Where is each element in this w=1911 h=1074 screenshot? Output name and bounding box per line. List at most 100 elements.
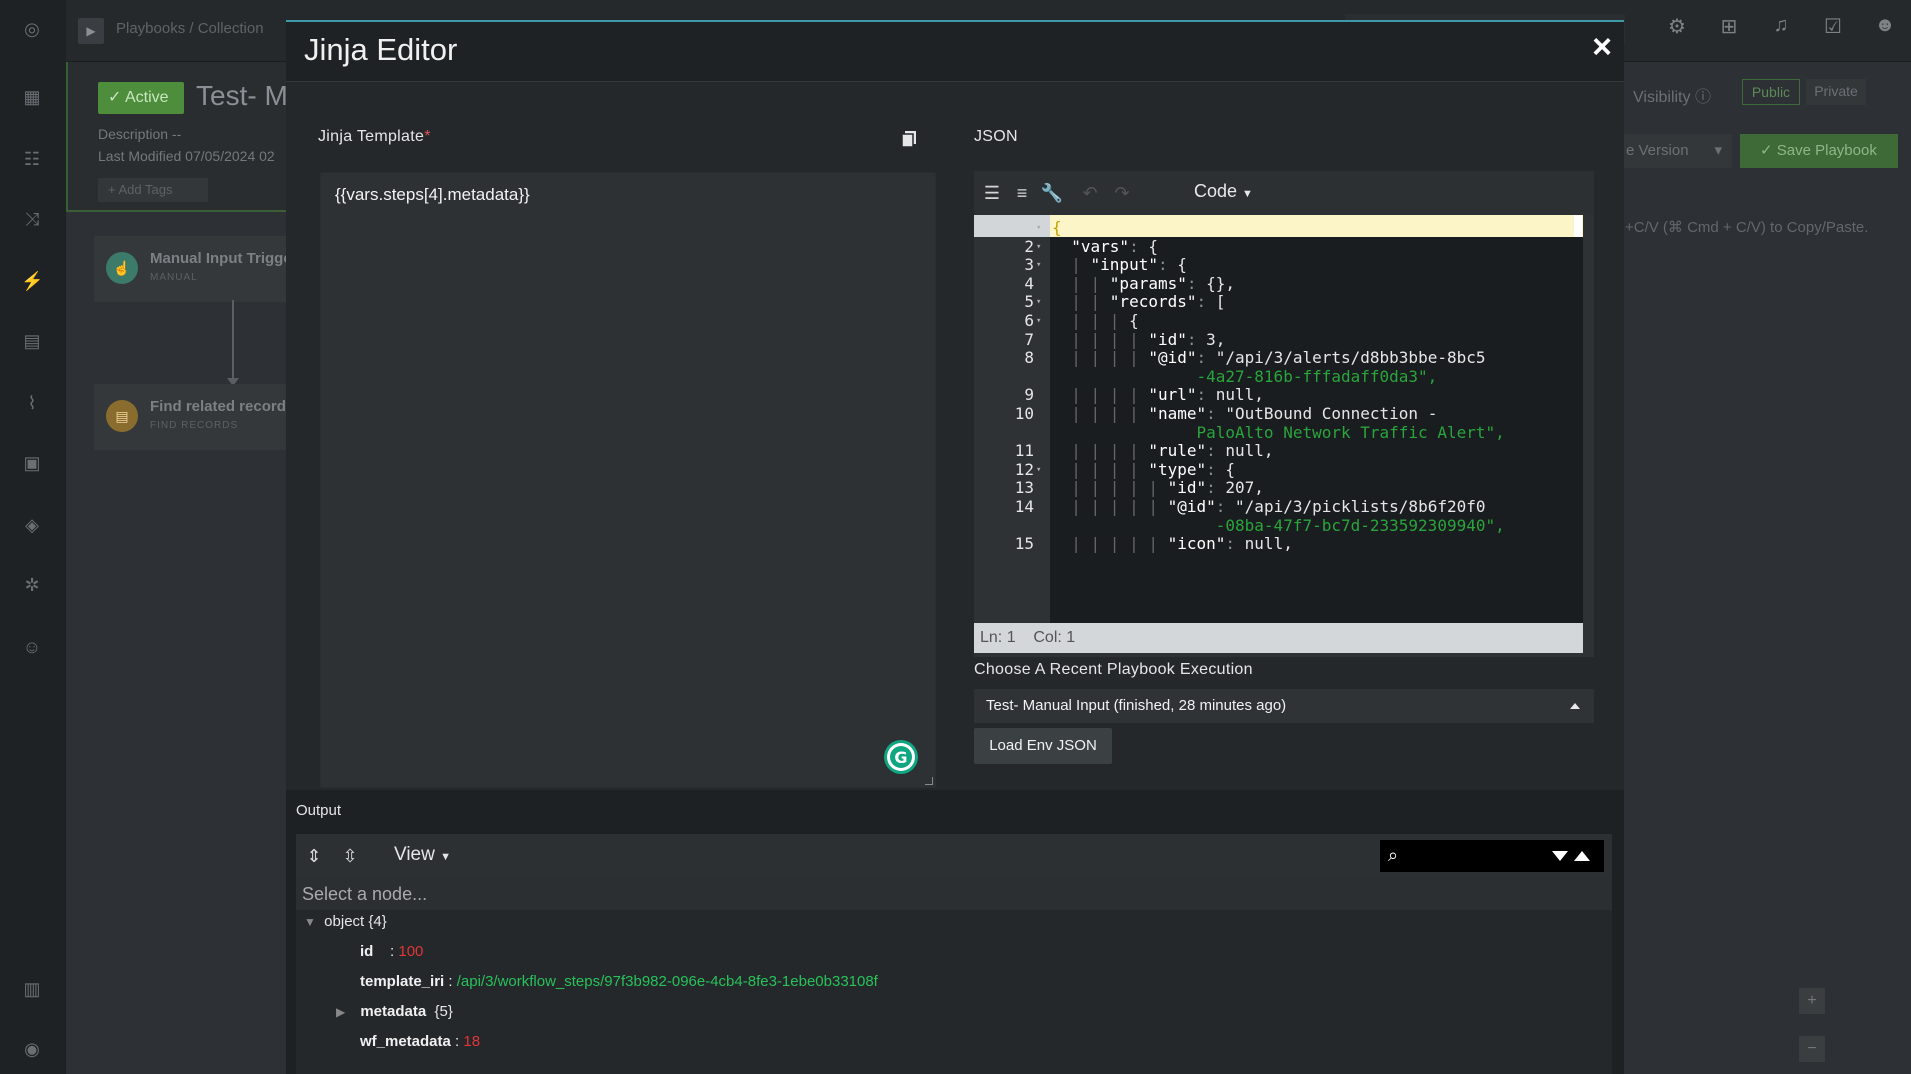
modal-body: Jinja Template* {{vars.steps[4].metadata… xyxy=(286,82,1624,790)
jinja-editor-modal: Jinja Editor × Jinja Template* {{vars.st… xyxy=(286,20,1624,1074)
tree-value: 100 xyxy=(398,943,424,960)
settings-icon[interactable]: ✲ xyxy=(21,574,43,596)
scrollbar[interactable] xyxy=(1574,215,1582,237)
hierarchy-icon[interactable]: ⊞ xyxy=(1703,14,1755,39)
close-icon[interactable]: × xyxy=(1592,28,1612,67)
breadcrumb[interactable]: Playbooks / Collection xyxy=(116,20,264,37)
tree-key: template_iri xyxy=(360,973,445,990)
json-toolbar: ☰ ≡ 🔧 ↶ ↷ Code ▼ xyxy=(974,171,1594,215)
grammarly-icon[interactable]: G xyxy=(883,739,919,775)
expand-icon[interactable]: ▶ xyxy=(336,1000,352,1024)
copy-icon[interactable] xyxy=(900,130,918,148)
caret-icon: ▼ xyxy=(1242,188,1253,200)
collapse-icon[interactable]: ▼ xyxy=(304,910,320,934)
tree-row-template-iri[interactable]: template_iri : /api/3/workflow_steps/97f… xyxy=(360,970,878,994)
caret-icon: ▼ xyxy=(440,851,452,863)
shield-icon[interactable]: ◈ xyxy=(21,514,43,536)
column-number: Col: 1 xyxy=(1033,629,1076,646)
format-icon[interactable]: ☰ xyxy=(980,181,1004,205)
shuffle-icon[interactable]: ⤨ xyxy=(21,208,43,230)
visibility-label: Visibility ⓘ xyxy=(1633,89,1711,106)
choose-execution-label: Choose A Recent Playbook Execution xyxy=(974,661,1253,678)
expand-all-icon[interactable]: ⇕ xyxy=(302,844,326,868)
check-icon: ✓ xyxy=(1760,142,1773,159)
hand-icon: ☝ xyxy=(106,252,138,284)
info-icon: ⓘ xyxy=(1694,89,1711,106)
redo-icon[interactable]: ↷ xyxy=(1110,181,1134,205)
node-connector xyxy=(227,300,239,386)
zoom-in-button[interactable]: + xyxy=(1799,988,1825,1014)
tree-count: {5} xyxy=(434,1003,453,1020)
json-label: JSON xyxy=(974,128,1018,145)
public-toggle[interactable]: Public xyxy=(1742,79,1800,105)
modal-header: Jinja Editor × xyxy=(286,22,1624,82)
workflow-node-trigger[interactable]: ☝ Manual Input Trigge MANUAL xyxy=(94,236,294,302)
gear-icon[interactable]: ⚙ xyxy=(1651,14,1703,39)
view-dropdown[interactable]: View ▼ xyxy=(394,844,451,866)
search-icon: ⌕ xyxy=(1388,845,1399,865)
play-icon[interactable]: ▶ xyxy=(78,18,104,44)
save-playbook-button[interactable]: ✓ Save Playbook xyxy=(1740,134,1898,168)
load-env-json-button[interactable]: Load Env JSON xyxy=(974,728,1112,764)
user-icon[interactable]: ☻ xyxy=(1859,14,1911,39)
prev-match-icon[interactable] xyxy=(1574,851,1590,861)
execution-selected-value: Test- Manual Input (finished, 28 minutes… xyxy=(986,697,1287,714)
node-subtitle: MANUAL xyxy=(150,272,198,283)
line-number: Ln: 1 xyxy=(980,629,1016,646)
code-line[interactable]: 15 | | | | | "icon": null, xyxy=(974,533,1583,555)
tree-row-metadata[interactable]: ▶ metadata {5} xyxy=(336,1000,453,1024)
tree-row-id[interactable]: id : 100 xyxy=(360,940,423,964)
next-match-icon[interactable] xyxy=(1552,851,1568,861)
team-icon[interactable]: ☺ xyxy=(21,636,43,658)
mode-dropdown[interactable]: Code ▼ xyxy=(1194,181,1253,202)
top-icons: ⚙ ⊞ ♫ ☑ ☻ xyxy=(1651,14,1911,39)
collapse-all-icon[interactable]: ⇳ xyxy=(338,844,362,868)
bolt-icon[interactable]: ⚡ xyxy=(21,270,43,292)
logo-icon[interactable]: ◎ xyxy=(21,18,43,40)
version-dropdown[interactable]: e Version ▾ xyxy=(1620,134,1732,168)
status-badge[interactable]: ✓ Active xyxy=(98,82,184,114)
node-title: Manual Input Trigge xyxy=(150,250,292,267)
template-text[interactable]: {{vars.steps[4].metadata}} xyxy=(335,185,530,205)
add-tags-button[interactable]: + Add Tags xyxy=(98,178,208,202)
tree-row-root[interactable]: ▼ object {4} xyxy=(304,910,387,934)
private-toggle[interactable]: Private xyxy=(1806,79,1866,105)
wrench-icon[interactable]: 🔧 xyxy=(1040,181,1064,205)
tree-value: /api/3/workflow_steps/97f3b982-096e-4cb4… xyxy=(456,973,878,990)
json-code-area[interactable]: ▾{2 ▾ "vars": {3 ▾ | "input": {4 | | "para… xyxy=(974,215,1583,623)
node-path[interactable]: Select a node... xyxy=(296,878,1612,910)
records-icon: ▤ xyxy=(106,400,138,432)
jinja-template-editor[interactable]: {{vars.steps[4].metadata}} G xyxy=(320,172,936,788)
left-nav: ◎ ▦ ☷ ⤨ ⚡ ▤ ⌇ ▣ ◈ ✲ ☺ ▥ ◉ xyxy=(0,0,66,1074)
copy-paste-hint: +C/V (⌘ Cmd + C/V) to Copy/Paste. xyxy=(1625,219,1869,236)
output-tree: ▼ object {4} id : 100 template_iri : /ap… xyxy=(296,910,1612,1074)
svg-text:G: G xyxy=(894,748,907,767)
help-icon[interactable]: ◉ xyxy=(21,1038,43,1060)
execution-select[interactable]: Test- Manual Input (finished, 28 minutes… xyxy=(974,689,1594,723)
output-search[interactable]: ⌕ xyxy=(1380,840,1604,872)
dashboard-icon[interactable]: ▦ xyxy=(21,86,43,108)
caret-up-icon xyxy=(1570,703,1580,709)
bell-icon[interactable]: ♫ xyxy=(1755,14,1807,39)
output-section: Output ⇕ ⇳ View ▼ ⌕ Select a node... ▼ o… xyxy=(286,790,1624,1074)
tree-key: id xyxy=(360,943,374,960)
resize-handle[interactable] xyxy=(925,777,933,785)
task-icon[interactable]: ☑ xyxy=(1807,14,1859,39)
workflow-node-find-records[interactable]: ▤ Find related record FIND RECORDS xyxy=(94,384,294,450)
tree-key: metadata xyxy=(360,1003,427,1020)
output-toolbar: ⇕ ⇳ View ▼ ⌕ xyxy=(296,834,1612,878)
apps-icon[interactable]: ▣ xyxy=(21,452,43,474)
clipboard-icon[interactable]: ▥ xyxy=(21,978,43,1000)
briefcase-icon[interactable]: ▤ xyxy=(21,330,43,352)
compact-icon[interactable]: ≡ xyxy=(1010,181,1034,205)
users-icon[interactable]: ☷ xyxy=(21,148,43,170)
zoom-out-button[interactable]: − xyxy=(1799,1036,1825,1062)
undo-icon[interactable]: ↶ xyxy=(1078,181,1102,205)
chart-icon[interactable]: ⌇ xyxy=(21,392,43,414)
json-editor: ☰ ≡ 🔧 ↶ ↷ Code ▼ ▾{2 ▾ "vars": {3 ▾ | "inp… xyxy=(974,171,1594,657)
playbook-title: Test- M xyxy=(196,80,288,111)
line-number: 15 xyxy=(1014,534,1034,554)
tree-row-wf-metadata[interactable]: wf_metadata : 18 xyxy=(360,1030,480,1054)
code-text: | | | | | "icon": null, xyxy=(1071,534,1293,554)
node-subtitle: FIND RECORDS xyxy=(150,420,239,431)
